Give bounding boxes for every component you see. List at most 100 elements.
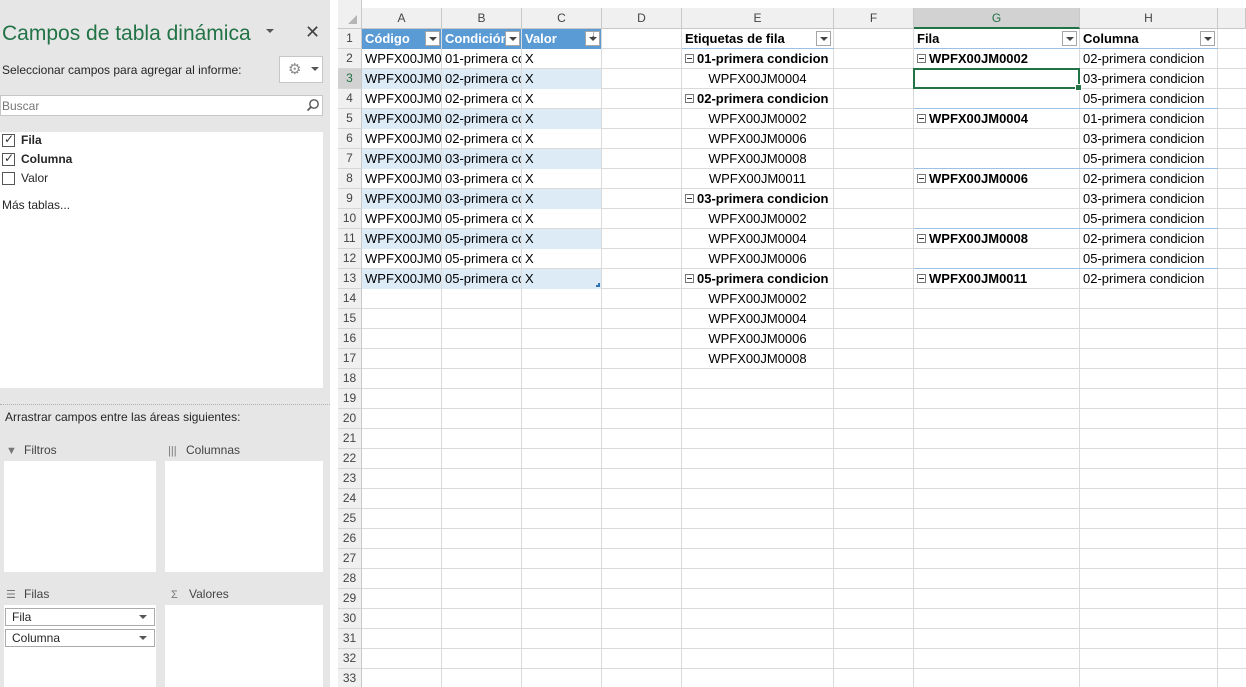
pivot-group-label[interactable]: 05-primera condicion: [682, 269, 833, 289]
table-cell[interactable]: X: [522, 209, 601, 229]
table-cell[interactable]: X: [522, 169, 601, 189]
pivot-field-header-fila[interactable]: Fila: [914, 29, 1079, 49]
table-cell[interactable]: WPFX00JM0008: [362, 149, 441, 169]
table-cell[interactable]: WPFX00JM0006: [362, 129, 441, 149]
collapse-icon[interactable]: [685, 194, 694, 203]
pivot-item-label[interactable]: 03-primera condicion: [1080, 129, 1217, 149]
row-header-27[interactable]: 27: [338, 549, 362, 569]
table-cell[interactable]: 03-primera condicion: [442, 189, 521, 209]
table-cell[interactable]: WPFX00JM0004: [362, 109, 441, 129]
rows-area-item-fila[interactable]: Fila: [5, 608, 155, 626]
table-cell[interactable]: WPFX00JM0002: [362, 49, 441, 69]
pivot-item-label[interactable]: 05-primera condicion: [1080, 89, 1217, 109]
pivot-group-label[interactable]: 01-primera condicion: [682, 49, 833, 69]
table-cell[interactable]: 01-primera condicion: [442, 49, 521, 69]
more-tables-link[interactable]: Más tablas...: [2, 198, 70, 212]
table-cell[interactable]: X: [522, 189, 601, 209]
table-cell[interactable]: X: [522, 49, 601, 69]
selected-cell[interactable]: [913, 68, 1082, 91]
pivot-group-label[interactable]: 03-primera condicion: [682, 189, 833, 209]
table-cell[interactable]: WPFX00JM0004: [362, 69, 441, 89]
columns-drop-area[interactable]: [165, 461, 323, 572]
row-header-2[interactable]: 2: [338, 49, 362, 69]
column-header-stub[interactable]: [1218, 8, 1246, 29]
row-header-19[interactable]: 19: [338, 389, 362, 409]
filter-dropdown-icon[interactable]: [1200, 31, 1215, 46]
pivot-item-label[interactable]: WPFX00JM0004: [682, 69, 833, 89]
row-header-26[interactable]: 26: [338, 529, 362, 549]
pivot-group-label[interactable]: WPFX00JM0002: [914, 49, 1079, 69]
table-cell[interactable]: WPFX00JM0011: [362, 269, 441, 289]
row-header-20[interactable]: 20: [338, 409, 362, 429]
filters-drop-area[interactable]: [4, 461, 156, 572]
row-header-8[interactable]: 8: [338, 169, 362, 189]
row-header-21[interactable]: 21: [338, 429, 362, 449]
table-cell[interactable]: 05-primera condicion: [442, 229, 521, 249]
row-header-18[interactable]: 18: [338, 369, 362, 389]
tools-button[interactable]: ⚙: [279, 56, 323, 83]
table-cell[interactable]: X: [522, 109, 601, 129]
filter-dropdown-icon[interactable]: [425, 31, 440, 46]
column-header-b[interactable]: B: [442, 8, 522, 29]
pivot-item-label[interactable]: 01-primera condicion: [1080, 109, 1217, 129]
field-checkbox-columna[interactable]: [2, 151, 15, 166]
pivot-group-label[interactable]: WPFX00JM0004: [914, 109, 1079, 129]
spreadsheet-grid[interactable]: A B C D E F G H 1 2 3 4 5 6 7 8 9 10 11 12 13 14 15 16 17 18 19 20 2…: [338, 0, 1246, 687]
table-cell[interactable]: 03-primera condicion: [442, 169, 521, 189]
filter-dropdown-icon[interactable]: [1062, 31, 1077, 46]
table-cell[interactable]: 02-primera condicion: [442, 109, 521, 129]
collapse-icon[interactable]: [917, 174, 926, 183]
column-header-h[interactable]: H: [1080, 8, 1218, 29]
pivot-item-label[interactable]: 02-primera condicion: [1080, 169, 1217, 189]
field-checkbox-fila[interactable]: [2, 132, 15, 147]
column-header-f[interactable]: F: [834, 8, 914, 29]
collapse-icon[interactable]: [685, 274, 694, 283]
table-cell[interactable]: WPFX00JM0008: [362, 249, 441, 269]
pivot-item-label[interactable]: WPFX00JM0008: [682, 349, 833, 369]
search-box[interactable]: [0, 95, 323, 116]
collapse-icon[interactable]: [917, 274, 926, 283]
row-header-22[interactable]: 22: [338, 449, 362, 469]
table-cell[interactable]: 02-primera condicion: [442, 129, 521, 149]
table-cell[interactable]: 05-primera condicion: [442, 209, 521, 229]
pivot-item-label[interactable]: WPFX00JM0011: [682, 169, 833, 189]
pane-divider[interactable]: [0, 404, 330, 405]
row-header-9[interactable]: 9: [338, 189, 362, 209]
row-header-4[interactable]: 4: [338, 89, 362, 109]
collapse-icon[interactable]: [917, 114, 926, 123]
close-icon[interactable]: ✕: [305, 22, 320, 43]
chevron-down-icon[interactable]: [139, 636, 147, 640]
collapse-icon[interactable]: [685, 94, 694, 103]
pivot-item-label[interactable]: WPFX00JM0008: [682, 149, 833, 169]
row-header-25[interactable]: 25: [338, 509, 362, 529]
pivot-item-label[interactable]: 02-primera condicion: [1080, 229, 1217, 249]
pivot-item-label[interactable]: 05-primera condicion: [1080, 249, 1217, 269]
pivot-group-label[interactable]: WPFX00JM0006: [914, 169, 1079, 189]
pivot-field-header-columna[interactable]: Columna: [1080, 29, 1217, 49]
column-header-d[interactable]: D: [602, 8, 682, 29]
pivot-item-label[interactable]: WPFX00JM0004: [682, 229, 833, 249]
row-header-3[interactable]: 3: [338, 69, 362, 89]
filter-dropdown-icon[interactable]: [505, 31, 520, 46]
table-cell[interactable]: X: [522, 69, 601, 89]
row-header-30[interactable]: 30: [338, 609, 362, 629]
table-cell[interactable]: X: [522, 129, 601, 149]
table-cell[interactable]: X: [522, 249, 601, 269]
table-cell[interactable]: X: [522, 149, 601, 169]
rows-drop-area[interactable]: Fila Columna: [4, 605, 156, 687]
table-cell[interactable]: 03-primera condicion: [442, 149, 521, 169]
row-header-1[interactable]: 1: [338, 29, 362, 49]
row-header-28[interactable]: 28: [338, 569, 362, 589]
row-header-16[interactable]: 16: [338, 329, 362, 349]
pivot-item-label[interactable]: 05-primera condicion: [1080, 149, 1217, 169]
pivot-item-label[interactable]: WPFX00JM0006: [682, 329, 833, 349]
row-header-33[interactable]: 33: [338, 669, 362, 687]
column-header-e[interactable]: E: [682, 8, 834, 29]
column-header-c[interactable]: C: [522, 8, 602, 29]
table-cell[interactable]: WPFX00JM0004: [362, 209, 441, 229]
pivot-group-label[interactable]: WPFX00JM0011: [914, 269, 1079, 289]
filter-dropdown-icon[interactable]: [585, 29, 600, 46]
row-header-23[interactable]: 23: [338, 469, 362, 489]
table-cell[interactable]: WPFX00JM0002: [362, 189, 441, 209]
row-header-24[interactable]: 24: [338, 489, 362, 509]
